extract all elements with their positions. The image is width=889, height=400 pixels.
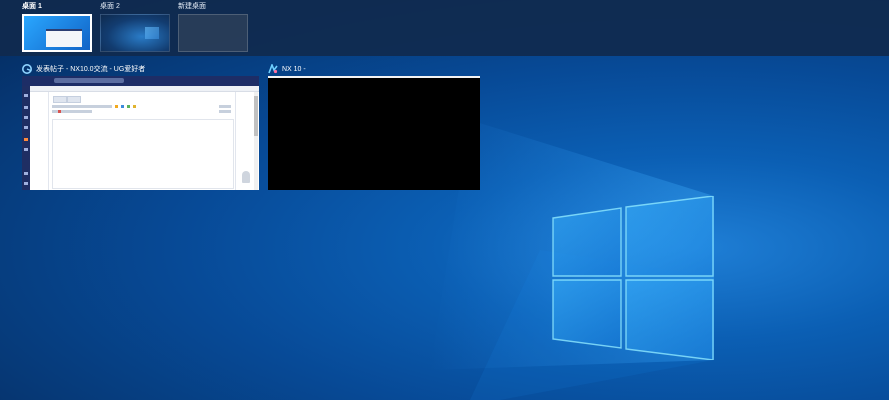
new-desktop[interactable]: 新建桌面 [178,2,248,52]
light-beams [430,120,714,400]
mini-window-preview [46,29,82,47]
browser-sidebar [22,86,30,190]
desktop-1-label: 桌面 1 [22,3,42,10]
desktop-2-thumbnail[interactable] [100,14,170,52]
browser-scrollbar [254,92,258,190]
window-browser-title-text: 发表帖子 - NX10.0交流 - UG爱好者 [36,66,146,73]
window-nx-title-text: NX 10 - [282,65,306,73]
window-nx-thumbnail[interactable] [268,76,480,190]
desktop-2[interactable]: 桌面 2 [100,2,170,52]
nx-icon [268,64,278,74]
new-desktop-thumbnail[interactable] [178,14,248,52]
mini-windows-logo-icon [145,27,159,39]
desktop-wallpaper [0,0,889,400]
browser-tabbar [22,76,259,86]
desktop-1-thumbnail[interactable] [22,14,92,52]
person-icon [242,171,250,183]
editor-textarea [52,119,234,189]
browser-icon [22,64,32,74]
toolbar-row [52,105,112,108]
attach-icon [127,105,130,108]
virtual-desktops-bar: 桌面 1 桌面 2 新建桌面 [0,0,889,56]
toolbar-row [219,110,231,113]
bold-icon [58,110,61,113]
editor-tab [67,96,81,103]
editor-tab [53,96,67,103]
desktop-1[interactable]: 桌面 1 [22,2,92,52]
address-bar [54,78,124,83]
format-icon [133,105,136,108]
window-nx[interactable]: NX 10 - [268,63,480,190]
windows-logo [552,196,714,360]
window-browser[interactable]: 发表帖子 - NX10.0交流 - UG爱好者 [22,63,259,190]
post-editor-page [48,92,236,190]
window-nx-title: NX 10 - [268,63,480,75]
window-browser-thumbnail[interactable] [22,76,259,190]
desktop-2-label: 桌面 2 [100,3,120,10]
new-desktop-label: 新建桌面 [178,3,206,10]
image-icon [121,105,124,108]
emoji-icon [115,105,118,108]
toolbar-row [219,105,231,108]
window-browser-title: 发表帖子 - NX10.0交流 - UG爱好者 [22,63,259,75]
